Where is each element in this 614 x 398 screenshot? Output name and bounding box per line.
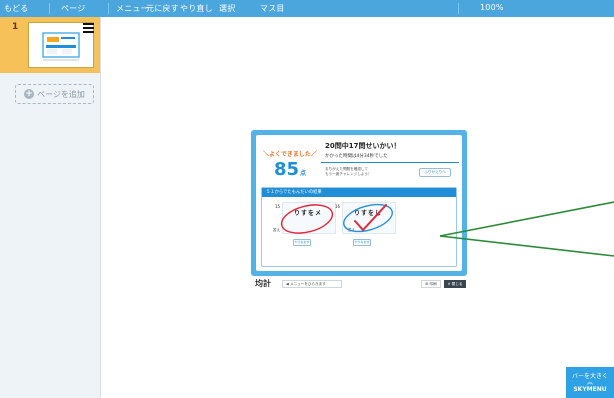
print-button[interactable]: ⊞ 印刷	[421, 280, 441, 288]
add-page-button[interactable]: + ページを追加	[15, 84, 94, 104]
open-menu-label: メニューをひらきます	[289, 282, 326, 286]
page-sidebar: 1 + ページを追加	[0, 17, 101, 398]
page-menu-icon[interactable]	[83, 23, 94, 35]
open-menu-button[interactable]: ◀ メニューをひらきます	[282, 280, 342, 288]
print-label: 印刷	[429, 282, 437, 286]
grid-button[interactable]: マス目	[260, 3, 285, 14]
plus-icon: +	[24, 89, 35, 99]
skymenu-expand-button[interactable]: バーを大きく ︽ SKYMENU	[566, 367, 614, 398]
result-panel: ５１からでたもんだいの結果 15 りすをメ 答え やりなおす 16 りすをし 答…	[261, 187, 457, 267]
review-button[interactable]: ふりかえりへ	[419, 168, 451, 177]
page-thumbnail-card[interactable]: 1	[0, 17, 100, 73]
blue-circle-mark	[343, 203, 393, 233]
toolbar-divider	[108, 3, 109, 14]
comment-text: まちがえた問題を確認して もう一度チャレンジしよう！	[325, 167, 372, 177]
headline-divider	[321, 162, 459, 163]
page-button[interactable]: ページ	[61, 3, 85, 14]
score-unit: 点	[300, 170, 307, 177]
handwritten-marks	[280, 203, 393, 234]
undo-button[interactable]: 元に戻す	[146, 3, 179, 14]
close-button[interactable]: ✕ 閉じる	[444, 280, 466, 288]
slide-footer: 均計 ◀ メニューをひらきます ⊞ 印刷 ✕ 閉じる	[255, 279, 467, 289]
add-page-label: ページを追加	[37, 89, 85, 99]
slide-frame: ＼よくできました／ 85 点 20問中17問せいかい！ かかった時間は4分34秒…	[251, 130, 467, 276]
toolbar-divider	[49, 3, 50, 14]
slide-content: ＼よくできました／ 85 点 20問中17問せいかい！ かかった時間は4分34秒…	[256, 135, 462, 271]
comment-line: もう一度チャレンジしよう！	[325, 172, 372, 176]
score-value: 85	[274, 159, 300, 180]
toolbar-divider	[458, 3, 459, 14]
app-logo: 均計	[255, 279, 271, 288]
zoom-level[interactable]: 100%	[480, 3, 504, 12]
menu-button[interactable]: メニュー	[116, 3, 149, 14]
top-toolbar: もどる ページ メニュー 元に戻す やり直し 選択 マス目 100%	[0, 0, 614, 17]
result-badge-text: よくできました	[269, 151, 311, 158]
result-headline: 20問中17問せいかい！	[325, 142, 401, 150]
skymenu-logo: SKYMENU	[573, 386, 607, 393]
page-number: 1	[12, 22, 19, 32]
back-button[interactable]: もどる	[4, 3, 28, 14]
redo-button[interactable]: やり直し	[180, 3, 213, 14]
red-circle-mark	[280, 204, 334, 234]
time-taken-text: かかった時間は4分34秒でした	[325, 154, 388, 159]
select-button[interactable]: 選択	[219, 3, 235, 14]
result-badge: ＼よくできました／	[263, 151, 317, 158]
